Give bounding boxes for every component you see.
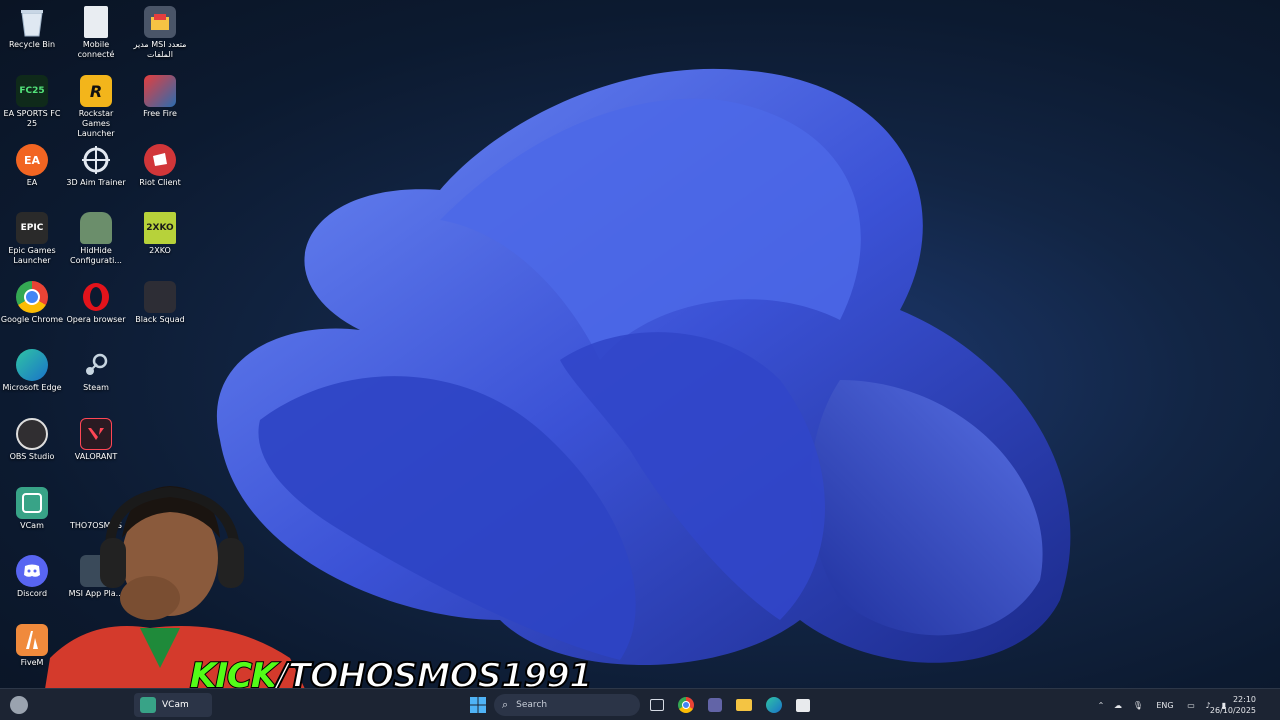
taskbar-edge-icon[interactable] [764,695,784,715]
taskbar-vcam-label: VCam [162,700,189,710]
desktop-icon-label: Epic Games Launcher [8,246,56,265]
steam-icon [80,349,112,381]
taskbar-teams-icon[interactable] [705,695,725,715]
start-button[interactable] [468,695,488,715]
ea-icon: EA [16,144,48,176]
desktop-icon-black-squad[interactable]: Black Squad [128,281,192,325]
desktop-icon-2xko[interactable]: 2XKO 2XKO [128,212,192,256]
widgets-icon[interactable] [10,696,28,714]
network-tray-icon[interactable]: ☁ [1108,701,1128,710]
taskbar-store-icon[interactable] [793,695,813,715]
msi-folder-icon [144,6,176,38]
taskbar-vcam-app[interactable]: VCam [134,693,212,717]
document-icon [84,6,108,38]
desktop-icon-label: OBS Studio [9,452,55,461]
desktop-icon-microsoft-edge[interactable]: Microsoft Edge [0,349,64,393]
desktop-icon-epic-games-launcher[interactable]: EPIC Epic Games Launcher [0,212,64,266]
taskbar-chrome-icon[interactable] [676,695,696,715]
chevron-up-icon[interactable]: ⌃ [1094,701,1108,710]
desktop-icon-recycle-bin[interactable]: Recycle Bin [0,6,64,50]
desktop-icon-obs-studio[interactable]: OBS Studio [0,418,64,462]
twoxko-icon: 2XKO [144,212,176,244]
desktop-icon-label: VALORANT [74,452,118,461]
desktop-icon-steam[interactable]: Steam [64,349,128,393]
desktop-icon-hidhide-configuration[interactable]: HidHide Configurati... [64,212,128,266]
desktop-icon-label: Google Chrome [0,315,64,324]
clock-date: 26/10/2025 [1209,706,1256,715]
epic-games-icon: EPIC [16,212,48,244]
desktop-icon-label: HidHide Configurati... [70,246,122,265]
desktop-icon-ea[interactable]: EA EA [0,144,64,188]
desktop-icon-ea-sports-fc-25[interactable]: FC25 EA SPORTS FC 25 [0,75,64,129]
desktop-icon-label: EA [26,178,38,187]
taskbar-clock[interactable]: 22:10 26/10/2025 [1210,694,1256,716]
desktop-icon-label: Microsoft Edge [2,383,62,392]
desktop-icon-label: 2XKO [149,246,171,255]
recycle-bin-icon [16,6,48,38]
desktop-icon-3d-aim-trainer[interactable]: 3D Aim Trainer [64,144,128,188]
free-fire-icon [144,75,176,107]
search-icon: ⌕ [502,698,509,711]
black-squad-icon [144,281,176,313]
desktop-icon-label: Riot Client [139,178,181,187]
windows-logo-icon [470,697,486,713]
desktop-icon-label: Steam [83,383,109,392]
ea-sports-fc-icon: FC25 [16,75,48,107]
desktop-icon-label: Free Fire [143,109,177,118]
microphone-icon[interactable]: 🎙 [1128,701,1148,710]
desktop-icon-rockstar-games-launcher[interactable]: R Rockstar Games Launcher [64,75,128,139]
hidhide-icon [80,212,112,244]
edge-icon [16,349,48,381]
desktop-icon-label: Recycle Bin [8,40,56,49]
desktop-icon-label: 3D Aim Trainer [66,178,126,187]
desktop-icon-label: Opera browser [66,315,126,324]
desktop-icon-free-fire[interactable]: Free Fire [128,75,192,119]
task-view-icon[interactable] [647,695,667,715]
desktop-icon-label: Black Squad [135,315,185,324]
desktop-icon-label: Mobile connecté [77,40,115,59]
desktop-icon-valorant[interactable]: VALORANT [64,418,128,462]
desktop-icon-label: EA SPORTS FC 25 [3,109,61,128]
language-indicator[interactable]: ENG [1148,701,1182,710]
desktop-icon-label: مدير MSI متعدد الملفات [133,40,187,59]
rockstar-icon: R [80,75,112,107]
desktop-icon-msi-file-manager[interactable]: مدير MSI متعدد الملفات [128,6,192,60]
crosshair-icon [80,144,112,176]
windows-bloom-graphic [216,68,1071,665]
display-icon[interactable]: ▭ [1182,701,1200,710]
desktop-icon-label: Rockstar Games Launcher [77,109,115,138]
vcam-icon [140,697,156,713]
desktop-icon-google-chrome[interactable]: Google Chrome [0,281,64,325]
desktop-icon-mobile-connecte[interactable]: Mobile connecté [64,6,128,60]
obs-icon [16,418,48,450]
chrome-icon [16,281,48,313]
valorant-icon [80,418,112,450]
taskbar: VCam ⌕ Search ⌃ ☁ 🎙 ENG ▭ ♪ ▮ 22:10 26/1… [0,688,1280,720]
desktop-icon-riot-client[interactable]: Riot Client [128,144,192,188]
opera-icon [80,281,112,313]
clock-time: 22:10 [1232,695,1256,704]
search-placeholder: Search [516,700,548,710]
desktop-icon-opera-browser[interactable]: Opera browser [64,281,128,325]
taskbar-search-box[interactable]: ⌕ Search [494,694,640,716]
riot-client-icon [144,144,176,176]
taskbar-file-explorer-icon[interactable] [734,695,754,715]
